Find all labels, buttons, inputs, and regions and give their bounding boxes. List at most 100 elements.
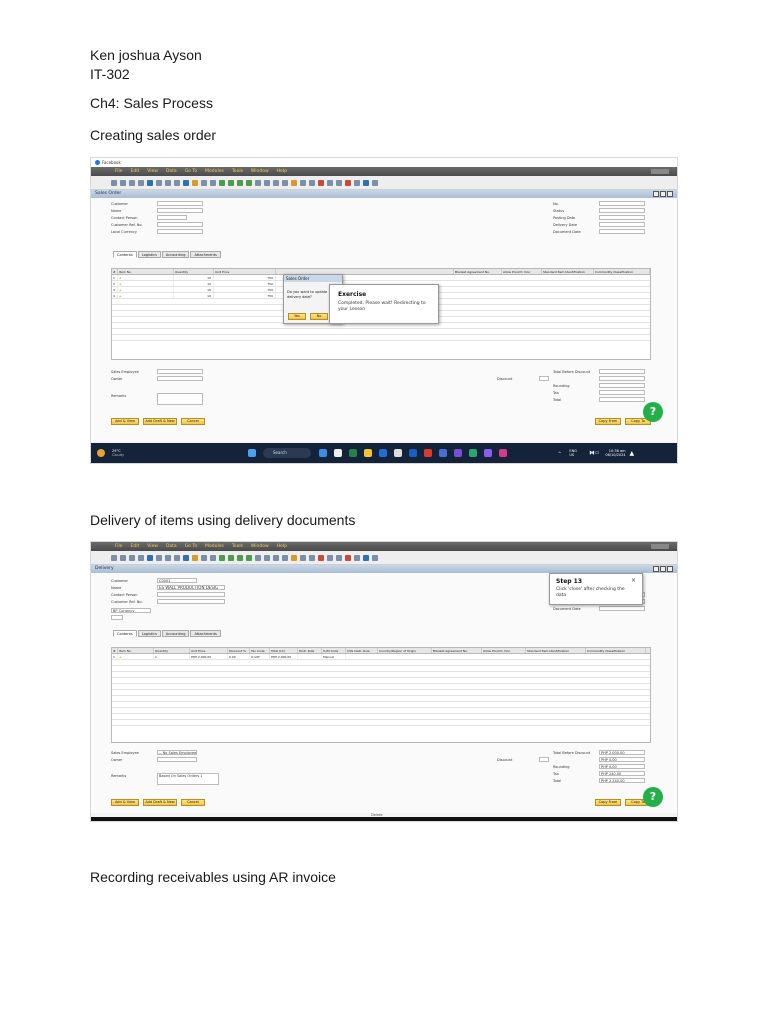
minimize-icon[interactable] bbox=[653, 566, 659, 572]
task-view-icon[interactable] bbox=[319, 449, 327, 457]
doc-no-field[interactable] bbox=[599, 201, 645, 206]
tab-contents[interactable]: Contents bbox=[113, 630, 137, 637]
filter-icon[interactable] bbox=[201, 179, 207, 186]
menu-data[interactable]: Data bbox=[166, 169, 177, 174]
relationship-map-icon[interactable] bbox=[309, 554, 315, 561]
message-icon[interactable] bbox=[354, 179, 360, 186]
gross-profit-icon[interactable] bbox=[273, 179, 279, 186]
row-discount[interactable]: 0.00 bbox=[228, 654, 250, 659]
calendar-icon[interactable] bbox=[336, 179, 342, 186]
calculator-icon[interactable] bbox=[327, 554, 333, 561]
tab-accounting[interactable]: Accounting bbox=[161, 251, 190, 258]
customer-ref-field[interactable] bbox=[157, 599, 225, 604]
first-record-icon[interactable] bbox=[219, 179, 225, 186]
word-icon[interactable] bbox=[409, 449, 417, 457]
alert-icon[interactable] bbox=[318, 179, 324, 186]
message-icon[interactable] bbox=[354, 554, 360, 561]
tab-contents[interactable]: Contents bbox=[113, 251, 137, 258]
payment-means-icon[interactable] bbox=[282, 179, 288, 186]
messenger-icon[interactable] bbox=[499, 449, 507, 457]
row-quantity[interactable]: 1 bbox=[154, 654, 190, 659]
row-unit-price[interactable]: 750 bbox=[214, 293, 276, 298]
contact-person-select[interactable] bbox=[157, 215, 187, 220]
find-icon[interactable] bbox=[156, 179, 162, 186]
customer-field[interactable] bbox=[157, 201, 203, 206]
gross-profit-icon[interactable] bbox=[273, 554, 279, 561]
folder-app-icon[interactable] bbox=[364, 449, 372, 457]
folder-icon[interactable] bbox=[192, 179, 198, 186]
print-icon[interactable] bbox=[120, 554, 126, 561]
target-doc-icon[interactable] bbox=[264, 554, 270, 561]
row-unit-price[interactable]: PHP 2,000.00 bbox=[190, 654, 228, 659]
lock-icon[interactable] bbox=[372, 179, 378, 186]
target-doc-icon[interactable] bbox=[264, 179, 270, 186]
add-icon[interactable] bbox=[165, 554, 171, 561]
settings-icon[interactable] bbox=[291, 554, 297, 561]
window-controls[interactable] bbox=[651, 169, 669, 174]
menu-modules[interactable]: Modules bbox=[205, 169, 224, 174]
opera-icon[interactable] bbox=[424, 449, 432, 457]
layout-icon[interactable] bbox=[300, 179, 306, 186]
dialog-yes-button[interactable]: Yes bbox=[288, 313, 306, 320]
menu-window[interactable]: Window bbox=[251, 169, 269, 174]
app-icon[interactable] bbox=[454, 449, 462, 457]
weather-icon[interactable] bbox=[97, 449, 105, 457]
duplicate-icon[interactable] bbox=[174, 554, 180, 561]
filter-icon[interactable] bbox=[201, 554, 207, 561]
sales-employee-select[interactable] bbox=[157, 369, 203, 374]
app-green-icon[interactable] bbox=[469, 449, 477, 457]
window-controls[interactable] bbox=[651, 544, 669, 549]
cancel-button[interactable]: Cancel bbox=[181, 799, 205, 806]
minimize-icon[interactable] bbox=[653, 191, 659, 197]
menu-goto[interactable]: Go To bbox=[185, 169, 197, 174]
discount-amount-field[interactable] bbox=[599, 376, 645, 381]
export-icon[interactable] bbox=[138, 554, 144, 561]
menu-edit[interactable]: Edit bbox=[131, 169, 140, 174]
sort-icon[interactable] bbox=[210, 179, 216, 186]
copy-from-button[interactable]: Copy From bbox=[595, 418, 621, 425]
close-icon[interactable] bbox=[667, 566, 673, 572]
delivery-date-field[interactable] bbox=[599, 222, 645, 227]
table-row-empty[interactable] bbox=[112, 335, 650, 341]
name-field[interactable] bbox=[157, 208, 203, 213]
menu-help[interactable]: Help bbox=[277, 544, 287, 549]
item-link-arrow-icon[interactable]: ➔ bbox=[118, 293, 174, 298]
owner-field[interactable] bbox=[157, 376, 203, 381]
help-toolbar-icon[interactable] bbox=[363, 179, 369, 186]
row-quantity[interactable]: 10 bbox=[174, 293, 214, 298]
edge-icon[interactable] bbox=[349, 449, 357, 457]
row-total[interactable]: PHP 2,000.00 bbox=[270, 654, 298, 659]
up-arrow-icon[interactable] bbox=[183, 554, 189, 561]
discount-percent-field[interactable] bbox=[539, 376, 549, 381]
vscode-icon[interactable] bbox=[484, 449, 492, 457]
last-record-icon[interactable] bbox=[246, 554, 252, 561]
menu-data[interactable]: Data bbox=[166, 544, 177, 549]
report-icon[interactable] bbox=[345, 179, 351, 186]
sales-employee-select[interactable]: -- No Sales Employee -- bbox=[157, 750, 197, 755]
file-explorer-icon[interactable] bbox=[334, 449, 342, 457]
duplicate-icon[interactable] bbox=[174, 179, 180, 186]
preview-icon[interactable] bbox=[111, 554, 117, 561]
alert-icon[interactable] bbox=[318, 554, 324, 561]
discount-percent-field[interactable] bbox=[539, 757, 549, 762]
menu-modules[interactable]: Modules bbox=[205, 544, 224, 549]
row-uom-code[interactable]: Manual bbox=[322, 654, 346, 659]
menu-goto[interactable]: Go To bbox=[185, 544, 197, 549]
menu-view[interactable]: View bbox=[147, 544, 158, 549]
row-quantity[interactable]: 10 bbox=[174, 275, 214, 280]
menu-window[interactable]: Window bbox=[251, 544, 269, 549]
customer-ref-field[interactable] bbox=[157, 222, 203, 227]
save-icon[interactable] bbox=[147, 554, 153, 561]
status-field[interactable] bbox=[599, 208, 645, 213]
item-link-arrow-icon[interactable]: ➔ bbox=[118, 654, 154, 659]
store-icon[interactable] bbox=[379, 449, 387, 457]
preview-icon[interactable] bbox=[111, 179, 117, 186]
payment-means-icon[interactable] bbox=[282, 554, 288, 561]
base-doc-icon[interactable] bbox=[255, 554, 261, 561]
find-icon[interactable] bbox=[156, 554, 162, 561]
help-toolbar-icon[interactable] bbox=[363, 554, 369, 561]
table-row-empty[interactable] bbox=[112, 720, 650, 726]
row-unit-price[interactable]: 750 bbox=[214, 287, 276, 292]
add-draft-new-button[interactable]: Add Draft & New bbox=[143, 799, 177, 806]
discount-amount-field[interactable]: PHP 0.00 bbox=[599, 757, 645, 762]
